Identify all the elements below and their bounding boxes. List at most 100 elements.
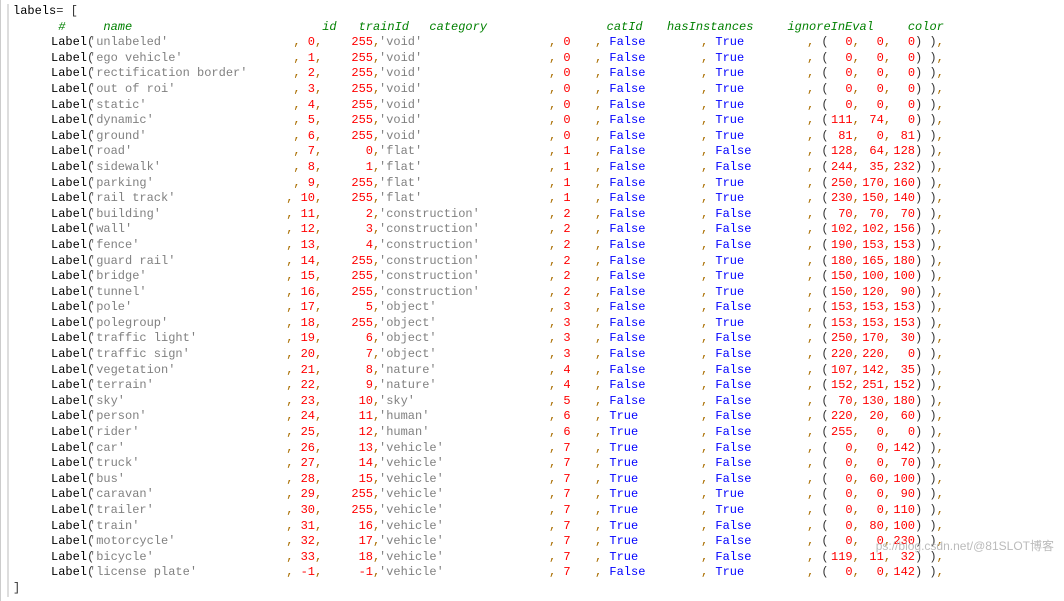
cell-hasInstances: False: [609, 113, 645, 127]
cell-name: 'fence': [89, 238, 139, 252]
cell-trainId: 13: [359, 441, 373, 455]
col-ignoreInEval: ignoreInEval: [787, 20, 887, 36]
cell-trainId: 1: [366, 160, 373, 174]
cell-name: 'traffic sign': [89, 347, 190, 361]
cell-category: 'nature': [379, 363, 437, 377]
cell-trainId: 255: [351, 191, 373, 205]
label-row: Label('terrain', 22 ,9 , 'nature', 4, Fa…: [13, 378, 1064, 394]
cell-id: 5: [308, 113, 315, 127]
cell-color: (250,170,160) ): [821, 176, 936, 190]
cell-color: (128,64,128) ): [821, 144, 936, 158]
label-row: Label('wall', 12 ,3 , 'construction', 2,…: [13, 222, 1064, 238]
cell-ignoreInEval: True: [715, 269, 744, 283]
cell-catId: 0: [563, 129, 570, 143]
cell-hasInstances: False: [609, 331, 645, 345]
cell-catId: 0: [563, 82, 570, 96]
cell-color: (0,0,110) ): [821, 503, 936, 517]
cell-category: 'void': [379, 66, 422, 80]
label-row: Label('car', 26 ,13 , 'vehicle', 7, True…: [13, 441, 1064, 457]
cell-color: (0,0,0) ): [821, 51, 936, 65]
cell-category: 'vehicle': [379, 503, 444, 517]
cell-category: 'construction': [379, 222, 480, 236]
cell-name: 'guard rail': [89, 254, 175, 268]
label-call: Label: [51, 254, 87, 268]
cell-color: (150,120,90) ): [821, 285, 936, 299]
label-call: Label: [51, 35, 87, 49]
label-call: Label: [51, 51, 87, 65]
label-call: Label: [51, 66, 87, 80]
cell-trainId: 255: [351, 285, 373, 299]
cell-catId: 7: [563, 456, 570, 470]
cell-name: 'ego vehicle': [89, 51, 183, 65]
cell-trainId: 14: [359, 456, 373, 470]
cell-trainId: 255: [351, 269, 373, 283]
label-row: Label('out of roi', 3 ,255 , 'void', 0, …: [13, 82, 1064, 98]
label-call: Label: [51, 378, 87, 392]
cell-ignoreInEval: False: [715, 519, 751, 533]
cell-ignoreInEval: False: [715, 394, 751, 408]
label-call: Label: [51, 144, 87, 158]
cell-id: 12: [301, 222, 315, 236]
cell-id: 30: [301, 503, 315, 517]
cell-ignoreInEval: True: [715, 191, 744, 205]
cell-catId: 1: [563, 176, 570, 190]
cell-ignoreInEval: True: [715, 487, 744, 501]
cell-ignoreInEval: False: [715, 456, 751, 470]
cell-id: 26: [301, 441, 315, 455]
cell-color: (70,130,180) ): [821, 394, 936, 408]
cell-category: 'nature': [379, 378, 437, 392]
cell-color: (0,0,0) ): [821, 82, 936, 96]
label-call: Label: [51, 519, 87, 533]
cell-category: 'construction': [379, 285, 480, 299]
cell-id: 32: [301, 534, 315, 548]
cell-hasInstances: True: [609, 425, 638, 439]
label-call: Label: [51, 472, 87, 486]
cell-category: 'construction': [379, 207, 480, 221]
cell-color: (190,153,153) ): [821, 238, 936, 252]
cell-trainId: 11: [359, 409, 373, 423]
cell-hasInstances: False: [609, 222, 645, 236]
col-color: color: [908, 20, 1064, 36]
cell-catId: 7: [563, 487, 570, 501]
cell-color: (153,153,153) ): [821, 300, 936, 314]
label-call: Label: [51, 363, 87, 377]
cell-trainId: 18: [359, 550, 373, 564]
cell-color: (220,220,0) ): [821, 347, 936, 361]
cell-color: (220,20,60) ): [821, 409, 936, 423]
label-row: Label('truck', 27 ,14 , 'vehicle', 7, Tr…: [13, 456, 1064, 472]
cell-catId: 1: [563, 160, 570, 174]
cell-color: (250,170,30) ): [821, 331, 936, 345]
cell-trainId: 255: [351, 487, 373, 501]
cell-trainId: 10: [359, 394, 373, 408]
cell-color: (0,80,100) ): [821, 519, 936, 533]
cell-catId: 7: [563, 503, 570, 517]
cell-trainId: 12: [359, 425, 373, 439]
cell-color: (153,153,153) ): [821, 316, 936, 330]
cell-name: 'rider': [89, 425, 139, 439]
cell-id: 1: [308, 51, 315, 65]
cell-category: 'construction': [379, 254, 480, 268]
cell-hasInstances: False: [609, 144, 645, 158]
cell-id: 16: [301, 285, 315, 299]
cell-id: 28: [301, 472, 315, 486]
cell-catId: 0: [563, 98, 570, 112]
label-row: Label('license plate', -1 ,-1 , 'vehicle…: [13, 565, 1064, 581]
cell-hasInstances: True: [609, 487, 638, 501]
cell-catId: 0: [563, 113, 570, 127]
cell-name: 'polegroup': [89, 316, 168, 330]
cell-ignoreInEval: False: [715, 363, 751, 377]
cell-category: 'flat': [379, 160, 422, 174]
cell-id: 14: [301, 254, 315, 268]
label-row: Label('pole', 17 ,5 , 'object', 3, False…: [13, 300, 1064, 316]
col-trainId: trainId: [357, 20, 409, 36]
col-id: id: [307, 20, 337, 36]
label-row: Label('rectification border', 2 ,255 , '…: [13, 66, 1064, 82]
cell-id: 2: [308, 66, 315, 80]
cell-id: 9: [308, 176, 315, 190]
cell-hasInstances: False: [609, 394, 645, 408]
cell-ignoreInEval: False: [715, 222, 751, 236]
cell-catId: 2: [563, 285, 570, 299]
cell-hasInstances: False: [609, 269, 645, 283]
cell-catId: 6: [563, 409, 570, 423]
code-block: labels = [ # name id trainId category ca…: [0, 0, 1064, 601]
